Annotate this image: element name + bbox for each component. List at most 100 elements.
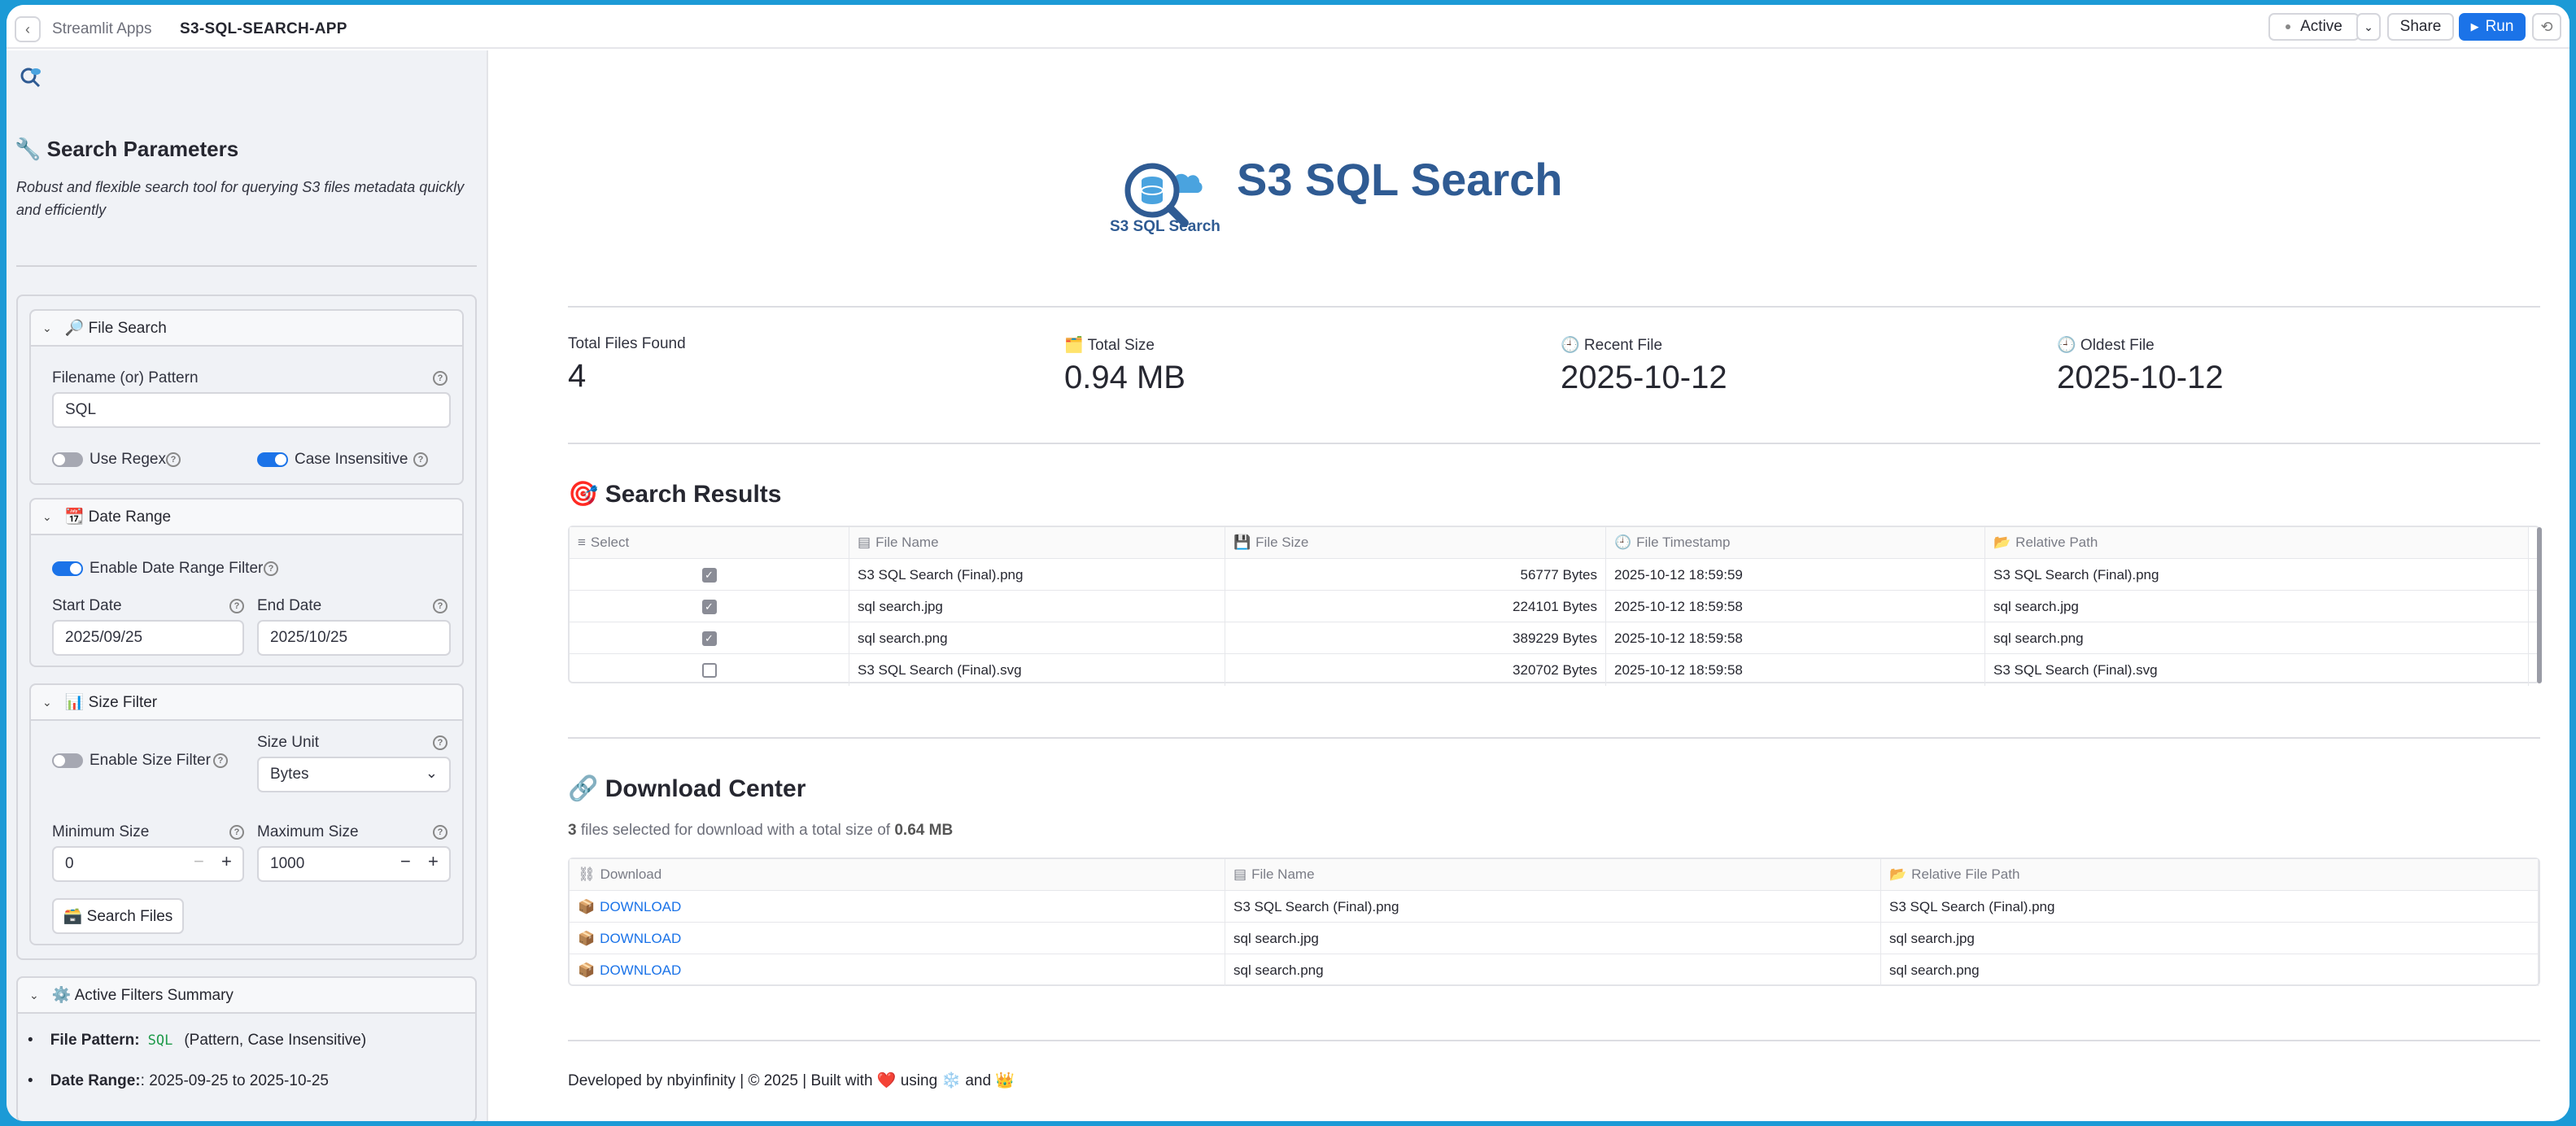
download-link[interactable]: DOWNLOAD bbox=[600, 931, 681, 947]
play-icon: ▶ bbox=[2470, 20, 2479, 33]
help-icon[interactable]: ? bbox=[264, 561, 278, 576]
end-date-label: End Date bbox=[257, 597, 322, 614]
column-header-relative-file-path[interactable]: 📂 Relative File Path bbox=[1881, 859, 2539, 890]
metric-total-size: 🗂️ Total Size 0.94 MB bbox=[1064, 337, 1185, 395]
search-files-button[interactable]: 🗃️ Search Files bbox=[52, 898, 184, 934]
row-select-checkbox[interactable]: ✓ bbox=[701, 631, 717, 646]
chevron-down-icon: ⌄ bbox=[42, 509, 52, 523]
filename-input[interactable]: SQL bbox=[52, 392, 451, 428]
column-header-file-name[interactable]: ▤ File Name bbox=[849, 527, 1225, 558]
column-header-select[interactable]: ≡ Select bbox=[570, 527, 849, 558]
table-scrollbar[interactable] bbox=[2537, 527, 2542, 683]
share-button[interactable]: Share bbox=[2387, 13, 2454, 41]
help-icon[interactable]: ? bbox=[229, 825, 244, 840]
column-header-file-name[interactable]: ▤ File Name bbox=[1225, 859, 1881, 890]
breadcrumb-streamlit-apps[interactable]: Streamlit Apps bbox=[52, 20, 152, 38]
row-select-checkbox[interactable]: ✓ bbox=[701, 567, 717, 583]
column-header-file-size[interactable]: 💾 File Size bbox=[1225, 527, 1606, 558]
page-title: S3 SQL Search bbox=[1237, 154, 1563, 205]
clock-icon: 🕘 bbox=[1614, 535, 1632, 550]
summary-date-range: • Date Range:: 2025-09-25 to 2025-10-25 bbox=[28, 1072, 329, 1089]
table-row: 📦 DOWNLOAD sql search.jpg sql search.jpg bbox=[570, 922, 2539, 954]
row-select-checkbox[interactable]: ✓ bbox=[701, 599, 717, 614]
help-icon[interactable]: ? bbox=[413, 452, 428, 467]
divider bbox=[568, 1040, 2540, 1041]
minimum-size-decrement-button[interactable]: − bbox=[194, 851, 204, 872]
run-button[interactable]: ▶ Run bbox=[2459, 13, 2526, 41]
enable-date-range-toggle[interactable] bbox=[52, 561, 83, 576]
sidebar-description: Robust and flexible search tool for quer… bbox=[16, 179, 465, 218]
sidebar-divider bbox=[16, 265, 477, 267]
table-row: 📦 DOWNLOAD S3 SQL Search (Final).png S3 S… bbox=[570, 890, 2539, 923]
chevron-down-icon: ⌄ bbox=[29, 988, 39, 1002]
reload-button[interactable]: ⟲ bbox=[2532, 13, 2561, 41]
app-logo-icon bbox=[20, 68, 41, 88]
enable-size-filter-label: Enable Size Filter bbox=[90, 752, 211, 769]
row-select-checkbox[interactable] bbox=[701, 662, 717, 678]
column-header-relative-path[interactable]: 📂 Relative Path bbox=[1985, 527, 2529, 558]
download-table[interactable]: ⛓ Download ▤ File Name 📂 Relative File Path… bbox=[568, 858, 2540, 986]
active-dropdown-button[interactable]: ⌄ bbox=[2356, 13, 2381, 41]
help-icon[interactable]: ? bbox=[166, 452, 181, 467]
package-icon: 📦 bbox=[578, 930, 596, 946]
size-unit-select[interactable]: Bytes ⌄ bbox=[257, 757, 451, 792]
sidebar-title: 🔧 Search Parameters bbox=[15, 137, 239, 161]
maximum-size-decrement-button[interactable]: − bbox=[400, 851, 411, 872]
link-icon: ⛓ bbox=[578, 866, 596, 882]
app-window: ‹ Streamlit Apps S3-SQL-SEARCH-APP Activ… bbox=[7, 5, 2569, 1121]
table-row: ✓ sql search.png 389229 Bytes 2025-10-12… bbox=[570, 622, 2539, 654]
size-filter-expander-header[interactable]: ⌄ 📊 Size Filter bbox=[31, 685, 462, 721]
download-link[interactable]: DOWNLOAD bbox=[600, 962, 681, 979]
download-summary-note: 3 files selected for download with a tot… bbox=[568, 822, 954, 839]
table-row: S3 SQL Search (Final).svg 320702 Bytes 2… bbox=[570, 653, 2539, 686]
active-status-button[interactable]: Active bbox=[2268, 13, 2360, 41]
help-icon[interactable]: ? bbox=[433, 735, 448, 750]
search-results-title: 🎯 Search Results bbox=[568, 481, 782, 508]
back-button[interactable]: ‹ bbox=[15, 16, 41, 42]
minimum-size-input[interactable]: 0 bbox=[52, 846, 244, 882]
download-center-title: 🔗 Download Center bbox=[568, 775, 806, 802]
maximum-size-increment-button[interactable]: + bbox=[428, 851, 439, 872]
download-link[interactable]: DOWNLOAD bbox=[600, 899, 681, 915]
help-icon[interactable]: ? bbox=[213, 753, 228, 768]
folder-icon: 📂 bbox=[1889, 866, 1907, 882]
sidebar: 🔧 Search Parameters Robust and flexible … bbox=[7, 50, 488, 1121]
help-icon[interactable]: ? bbox=[433, 599, 448, 613]
use-regex-toggle[interactable] bbox=[52, 452, 83, 467]
footer: Developed by nbyinfinity | © 2025 | Buil… bbox=[568, 1072, 1015, 1089]
metric-recent-file: 🕘 Recent File 2025-10-12 bbox=[1561, 337, 1727, 395]
maximum-size-input[interactable]: 1000 bbox=[257, 846, 451, 882]
table-row: ✓ S3 SQL Search (Final).png 56777 Bytes … bbox=[570, 558, 2539, 591]
column-header-download[interactable]: ⛓ Download bbox=[570, 859, 1225, 890]
enable-size-filter-toggle[interactable] bbox=[52, 753, 83, 768]
help-icon[interactable]: ? bbox=[433, 371, 448, 386]
folder-icon: 📂 bbox=[1993, 535, 2011, 550]
case-insensitive-toggle[interactable] bbox=[257, 452, 288, 467]
disk-icon: 💾 bbox=[1233, 535, 1251, 550]
case-insensitive-label: Case Insensitive bbox=[295, 451, 408, 468]
chevron-down-icon: ⌄ bbox=[42, 695, 52, 709]
help-icon[interactable]: ? bbox=[229, 599, 244, 613]
active-filters-summary-header[interactable]: ⌄ ⚙️ Active Filters Summary bbox=[18, 978, 475, 1014]
table-row: ✓ sql search.jpg 224101 Bytes 2025-10-12… bbox=[570, 590, 2539, 622]
status-dot-icon bbox=[2286, 24, 2291, 29]
help-icon[interactable]: ? bbox=[433, 825, 448, 840]
chevron-down-icon: ⌄ bbox=[425, 765, 438, 781]
search-results-table[interactable]: ≡ Select ▤ File Name 💾 File Size 🕘 File Time… bbox=[568, 526, 2542, 686]
enable-date-range-label: Enable Date Range Filter bbox=[90, 560, 264, 577]
end-date-input[interactable]: 2025/10/25 bbox=[257, 620, 451, 656]
file-icon: ▤ bbox=[1233, 866, 1247, 882]
main-content: S3 SQL Search S3 SQL Search Total Files … bbox=[490, 50, 2569, 1121]
start-date-label: Start Date bbox=[52, 597, 122, 614]
use-regex-label: Use Regex bbox=[90, 451, 166, 468]
date-range-expander-header[interactable]: ⌄ 📆 Date Range bbox=[31, 500, 462, 535]
filename-label: Filename (or) Pattern bbox=[52, 369, 199, 386]
divider bbox=[568, 737, 2540, 739]
summary-file-pattern: • File Pattern: SQL (Pattern, Case Insensi… bbox=[28, 1032, 367, 1049]
column-header-file-timestamp[interactable]: 🕘 File Timestamp bbox=[1606, 527, 1985, 558]
metric-total-files: Total Files Found 4 bbox=[568, 335, 686, 394]
start-date-input[interactable]: 2025/09/25 bbox=[52, 620, 244, 656]
divider bbox=[568, 443, 2540, 444]
minimum-size-increment-button[interactable]: + bbox=[221, 851, 232, 872]
file-search-expander-header[interactable]: ⌄ 🔎 File Search bbox=[31, 311, 462, 347]
